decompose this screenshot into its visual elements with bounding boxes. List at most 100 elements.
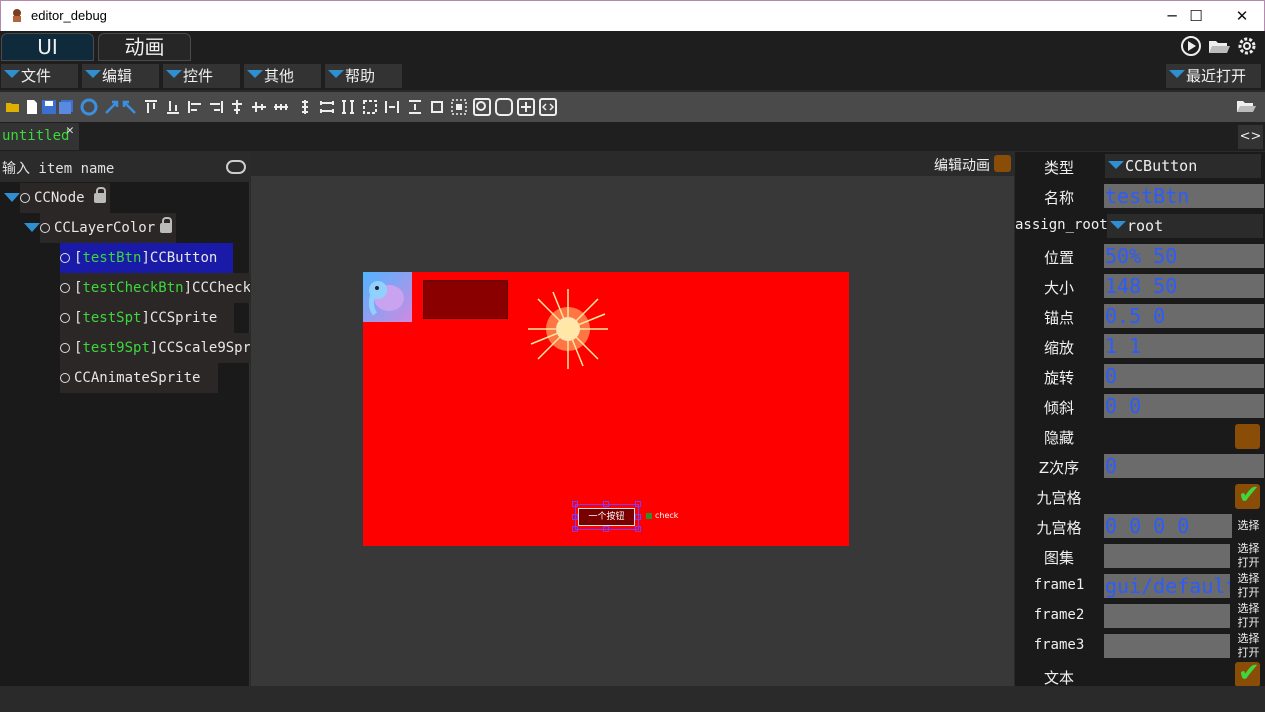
canvas-checkbox[interactable] xyxy=(646,513,652,519)
lock-icon[interactable] xyxy=(94,187,106,203)
frame2-open-button[interactable]: 打开 xyxy=(1233,616,1264,630)
tab-nav-arrows[interactable]: <> xyxy=(1238,125,1263,149)
resize-handle[interactable] xyxy=(635,514,641,520)
atlas-select-button[interactable]: 选择 xyxy=(1233,542,1264,556)
name-field[interactable]: testBtn xyxy=(1104,184,1264,208)
elephant-sprite[interactable] xyxy=(363,272,412,322)
canvas-button[interactable]: 一个按钮 xyxy=(578,508,635,526)
expand-icon[interactable] xyxy=(24,223,40,232)
distribute-h-icon[interactable] xyxy=(273,99,289,115)
undo-icon[interactable] xyxy=(121,99,137,115)
visibility-icon[interactable] xyxy=(60,373,70,383)
tree-node-layer[interactable]: CCLayerColor xyxy=(40,213,176,243)
visibility-icon[interactable] xyxy=(60,313,70,323)
resize-handle[interactable] xyxy=(603,501,609,507)
atlas-field[interactable] xyxy=(1104,544,1230,568)
add-icon[interactable] xyxy=(517,98,535,116)
folder-open-icon[interactable] xyxy=(1208,35,1230,57)
tree-item-testspt[interactable]: [testSpt]CCSprite xyxy=(60,303,234,333)
menu-edit[interactable]: 编辑 xyxy=(82,64,159,88)
scale-field[interactable]: 1 1 xyxy=(1104,334,1264,358)
tab-ui[interactable]: UI xyxy=(1,33,94,61)
menu-recent[interactable]: 最近打开 xyxy=(1166,64,1261,88)
maximize-button[interactable]: ☐ xyxy=(1173,1,1219,31)
hidden-checkbox[interactable] xyxy=(1235,424,1260,449)
distribute-v-icon[interactable] xyxy=(297,99,313,115)
code-icon[interactable] xyxy=(539,98,557,116)
skew-field[interactable]: 0 0 xyxy=(1104,394,1264,418)
atlas-open-button[interactable]: 打开 xyxy=(1233,556,1264,570)
assign-root-dropdown[interactable]: root xyxy=(1107,214,1263,238)
visibility-icon[interactable] xyxy=(60,343,70,353)
open-folder-icon[interactable] xyxy=(5,99,21,115)
space-h-icon[interactable] xyxy=(384,99,400,115)
group-icon[interactable] xyxy=(429,99,445,115)
redo-icon[interactable] xyxy=(104,99,120,115)
search-input[interactable]: 输入 item name xyxy=(2,158,114,178)
menu-help[interactable]: 帮助 xyxy=(325,64,402,88)
same-width-icon[interactable] xyxy=(319,99,335,115)
frame3-select-button[interactable]: 选择 xyxy=(1233,632,1264,646)
align-vcenter-icon[interactable] xyxy=(251,99,267,115)
align-bottom-icon[interactable] xyxy=(165,99,181,115)
anchor-field[interactable]: 0.5 0 xyxy=(1104,304,1264,328)
tab-untitled[interactable]: untitled ✕ xyxy=(0,123,79,150)
menu-other[interactable]: 其他 xyxy=(244,64,321,88)
resize-handle[interactable] xyxy=(635,526,641,532)
resize-handle[interactable] xyxy=(572,501,578,507)
frame2-select-button[interactable]: 选择 xyxy=(1233,602,1264,616)
tab-close-icon[interactable]: ✕ xyxy=(66,117,74,144)
align-left-icon[interactable] xyxy=(187,99,203,115)
frame1-open-button[interactable]: 打开 xyxy=(1233,586,1264,600)
folder-open-small-icon[interactable] xyxy=(1236,98,1256,114)
tree-node-root[interactable]: CCNode xyxy=(20,183,110,213)
scene-canvas[interactable]: 一个按钮 check xyxy=(363,272,849,546)
gear-icon[interactable] xyxy=(1236,35,1258,57)
align-right-icon[interactable] xyxy=(208,99,224,115)
frame3-field[interactable] xyxy=(1104,634,1230,658)
nine-grid-checkbox[interactable]: ✔ xyxy=(1235,480,1260,510)
refresh-icon[interactable] xyxy=(80,98,98,116)
resize-handle[interactable] xyxy=(572,526,578,532)
save-icon[interactable] xyxy=(41,99,57,115)
search-icon[interactable] xyxy=(226,160,246,174)
tree-item-animatesprite[interactable]: CCAnimateSprite xyxy=(60,363,218,393)
zoom-icon[interactable] xyxy=(473,98,491,116)
select-button[interactable]: 选择 xyxy=(1233,519,1264,533)
same-size-icon[interactable] xyxy=(362,99,378,115)
tree-item-testcheckbtn[interactable]: [testCheckBtn]CCCheckBu xyxy=(60,273,250,303)
expand-icon[interactable] xyxy=(4,193,20,202)
frame2-field[interactable] xyxy=(1104,604,1230,628)
frame1-select-button[interactable]: 选择 xyxy=(1233,572,1264,586)
menu-widgets[interactable]: 控件 xyxy=(163,64,240,88)
rotation-field[interactable]: 0 xyxy=(1104,364,1264,388)
fit-view-icon[interactable] xyxy=(495,98,513,116)
search-bar[interactable]: 输入 item name xyxy=(0,152,250,182)
visibility-icon[interactable] xyxy=(60,253,70,263)
edit-animation-checkbox[interactable] xyxy=(994,155,1011,172)
z-order-field[interactable]: 0 xyxy=(1104,454,1264,478)
particle-sparkle-icon[interactable] xyxy=(523,284,613,374)
frame1-field[interactable]: gui/default xyxy=(1104,574,1230,598)
space-v-icon[interactable] xyxy=(407,99,423,115)
visibility-icon[interactable] xyxy=(20,193,30,203)
text-checkbox[interactable]: ✔ xyxy=(1235,658,1260,688)
close-button[interactable]: ✕ xyxy=(1219,1,1265,31)
same-height-icon[interactable] xyxy=(340,99,356,115)
align-top-icon[interactable] xyxy=(143,99,159,115)
tree-item-test9spt[interactable]: [test9Spt]CCScale9Sprit xyxy=(60,333,250,363)
nine-grid-insets-field[interactable]: 0 0 0 0 xyxy=(1104,514,1232,538)
size-field[interactable]: 148 50 xyxy=(1104,274,1264,298)
play-icon[interactable] xyxy=(1180,35,1202,57)
resize-handle[interactable] xyxy=(603,526,609,532)
visibility-icon[interactable] xyxy=(60,283,70,293)
align-hcenter-icon[interactable] xyxy=(229,99,245,115)
tree-item-testbtn[interactable]: [testBtn]CCButton xyxy=(60,243,233,273)
type-dropdown[interactable]: CCButton xyxy=(1105,154,1261,178)
new-file-icon[interactable] xyxy=(24,99,40,115)
visibility-icon[interactable] xyxy=(40,223,50,233)
resize-handle[interactable] xyxy=(635,501,641,507)
tab-animation[interactable]: 动画 xyxy=(98,33,191,61)
position-field[interactable]: 50% 50 xyxy=(1104,244,1264,268)
scene-editor[interactable]: 编辑动画 一个按钮 check xyxy=(251,152,1014,686)
